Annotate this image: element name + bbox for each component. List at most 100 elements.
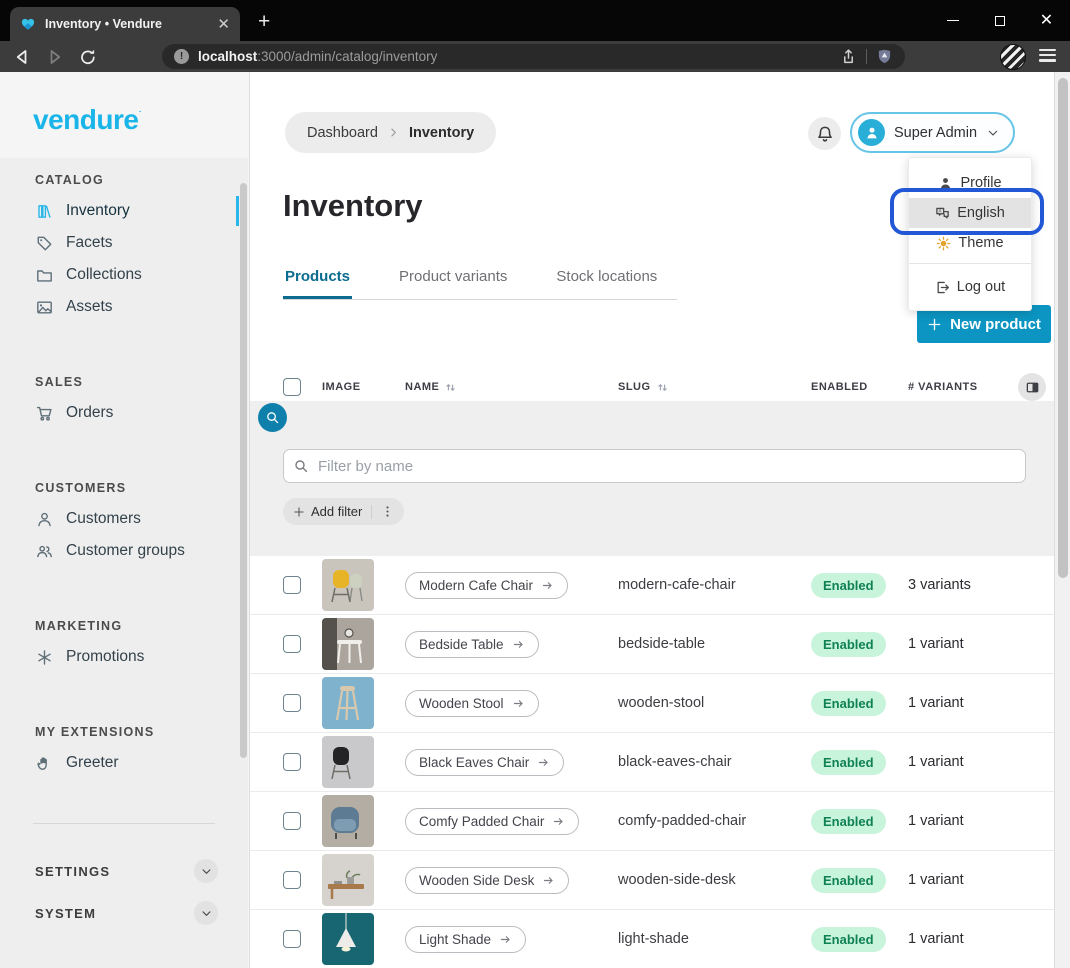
search-toggle-button[interactable] — [258, 403, 287, 432]
user-menu-button[interactable]: Super Admin — [850, 112, 1015, 153]
filter-input[interactable] — [283, 449, 1026, 483]
page-title: Inventory — [283, 188, 423, 224]
forward-icon[interactable] — [45, 47, 65, 67]
vendure-logo[interactable]: vendure˙ — [33, 104, 141, 136]
share-icon[interactable] — [840, 48, 857, 65]
sidebar-item-greeter[interactable]: Greeter — [0, 747, 248, 779]
tab-title: Inventory • Vendure — [45, 17, 208, 31]
chevron-down-icon[interactable] — [194, 859, 218, 883]
cart-icon — [36, 405, 53, 422]
tab-products[interactable]: Products — [283, 262, 352, 299]
main-content: Dashboard Inventory Super Admin Profile … — [250, 72, 1054, 968]
page-scrollbar-thumb[interactable] — [1058, 78, 1068, 578]
product-slug: light-shade — [618, 931, 811, 947]
section-label: CUSTOMERS — [35, 473, 248, 503]
sort-icon[interactable] — [444, 381, 457, 394]
sidebar: vendure˙ CATALOGInventoryFacetsCollectio… — [0, 72, 250, 968]
browser-menu-icon[interactable] — [1039, 49, 1056, 62]
back-icon[interactable] — [12, 47, 32, 67]
product-name-link[interactable]: Light Shade — [405, 926, 526, 953]
breadcrumb[interactable]: Dashboard Inventory — [285, 112, 496, 153]
close-button[interactable]: ✕ — [1023, 0, 1070, 41]
brave-shield-icon[interactable] — [876, 48, 893, 65]
vendure-favicon-heart-icon — [20, 16, 36, 32]
menu-item-profile[interactable]: Profile — [909, 168, 1031, 198]
product-name-link[interactable]: Modern Cafe Chair — [405, 572, 568, 599]
sidebar-section-system[interactable]: SYSTEM — [0, 892, 248, 934]
menu-item-language[interactable]: A English — [909, 198, 1031, 228]
product-image[interactable] — [322, 677, 405, 729]
product-image[interactable] — [322, 618, 405, 670]
minimize-button[interactable] — [929, 0, 976, 41]
sidebar-item-customers[interactable]: Customers — [0, 503, 248, 535]
tab-close-icon[interactable]: ✕ — [217, 17, 230, 32]
product-image[interactable] — [322, 736, 405, 788]
product-name-link[interactable]: Wooden Stool — [405, 690, 539, 717]
browser-tab[interactable]: Inventory • Vendure ✕ — [10, 7, 240, 41]
browser-profile-avatar[interactable] — [1000, 44, 1026, 70]
tab-product-variants[interactable]: Product variants — [397, 262, 509, 299]
row-checkbox[interactable] — [283, 753, 301, 771]
breadcrumb-root[interactable]: Dashboard — [307, 125, 378, 141]
column-header-slug[interactable]: SLUG — [618, 381, 811, 394]
sort-icon[interactable] — [656, 381, 669, 394]
sidebar-section-settings[interactable]: SETTINGS — [0, 850, 248, 892]
table-row: Bedside Tablebedside-tableEnabled1 varia… — [250, 615, 1054, 674]
folder-icon — [36, 267, 53, 284]
row-checkbox[interactable] — [283, 812, 301, 830]
tab-stock-locations[interactable]: Stock locations — [554, 262, 659, 299]
table-row: Comfy Padded Chaircomfy-padded-chairEnab… — [250, 792, 1054, 851]
sidebar-item-collections[interactable]: Collections — [0, 259, 248, 291]
product-name-link[interactable]: Wooden Side Desk — [405, 867, 569, 894]
arrow-right-icon — [499, 933, 512, 946]
notifications-button[interactable] — [808, 117, 841, 150]
table-row: Modern Cafe Chairmodern-cafe-chairEnable… — [250, 556, 1054, 615]
add-filter-button[interactable]: Add filter — [283, 498, 404, 525]
arrow-right-icon — [541, 579, 554, 592]
row-checkbox[interactable] — [283, 930, 301, 948]
columns-icon — [1025, 380, 1040, 395]
user-dropdown-menu: Profile A English Theme Log out — [908, 157, 1032, 311]
sidebar-item-facets[interactable]: Facets — [0, 227, 248, 259]
maximize-button[interactable] — [976, 0, 1023, 41]
menu-item-logout[interactable]: Log out — [909, 264, 1031, 310]
product-image[interactable] — [322, 913, 405, 965]
kebab-menu-icon[interactable] — [381, 505, 394, 518]
sidebar-item-promotions[interactable]: Promotions — [0, 641, 248, 673]
breadcrumb-current: Inventory — [409, 125, 474, 141]
product-image[interactable] — [322, 854, 405, 906]
sidebar-item-customer-groups[interactable]: Customer groups — [0, 535, 248, 567]
product-name-link[interactable]: Comfy Padded Chair — [405, 808, 579, 835]
reload-icon[interactable] — [78, 47, 98, 67]
product-image[interactable] — [322, 795, 405, 847]
site-info-icon[interactable]: ! — [174, 49, 189, 64]
sidebar-item-assets[interactable]: Assets — [0, 291, 248, 323]
users-icon — [36, 543, 53, 560]
product-name-link[interactable]: Bedside Table — [405, 631, 539, 658]
menu-item-theme[interactable]: Theme — [909, 228, 1031, 258]
product-slug: comfy-padded-chair — [618, 813, 811, 829]
user-avatar — [858, 119, 885, 146]
column-header-enabled: ENABLED — [811, 381, 908, 393]
sidebar-item-inventory[interactable]: Inventory — [0, 195, 248, 227]
page-scrollbar[interactable] — [1054, 72, 1070, 968]
column-picker-button[interactable] — [1018, 373, 1046, 401]
row-checkbox[interactable] — [283, 694, 301, 712]
select-all-checkbox[interactable] — [283, 378, 301, 396]
row-checkbox[interactable] — [283, 635, 301, 653]
new-tab-button[interactable]: + — [258, 10, 270, 34]
row-checkbox[interactable] — [283, 576, 301, 594]
sidebar-item-orders[interactable]: Orders — [0, 397, 248, 429]
library-icon — [36, 203, 53, 220]
column-header-name[interactable]: NAME — [405, 381, 618, 394]
user-icon — [36, 511, 53, 528]
chevron-down-icon[interactable] — [194, 901, 218, 925]
url-bar[interactable]: ! localhost:3000/admin/catalog/inventory — [162, 44, 905, 69]
sidebar-scrollbar[interactable] — [240, 183, 247, 758]
product-name-link[interactable]: Black Eaves Chair — [405, 749, 564, 776]
arrow-right-icon — [512, 697, 525, 710]
row-checkbox[interactable] — [283, 871, 301, 889]
plus-icon — [293, 506, 305, 518]
bell-icon — [816, 125, 834, 143]
product-image[interactable] — [322, 559, 405, 611]
